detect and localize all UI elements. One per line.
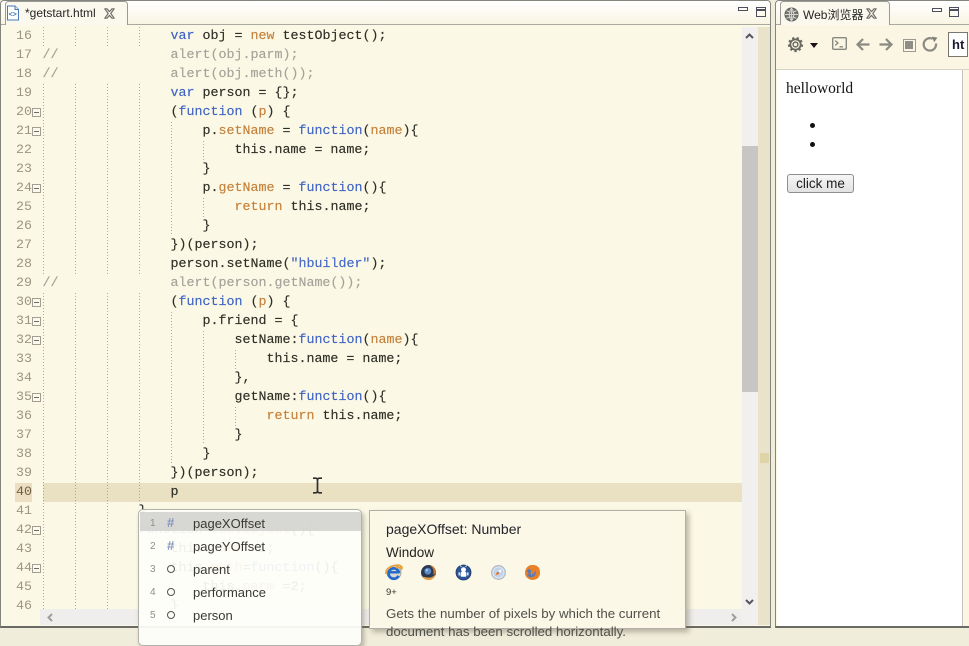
svg-text:<>: <>: [9, 12, 17, 19]
